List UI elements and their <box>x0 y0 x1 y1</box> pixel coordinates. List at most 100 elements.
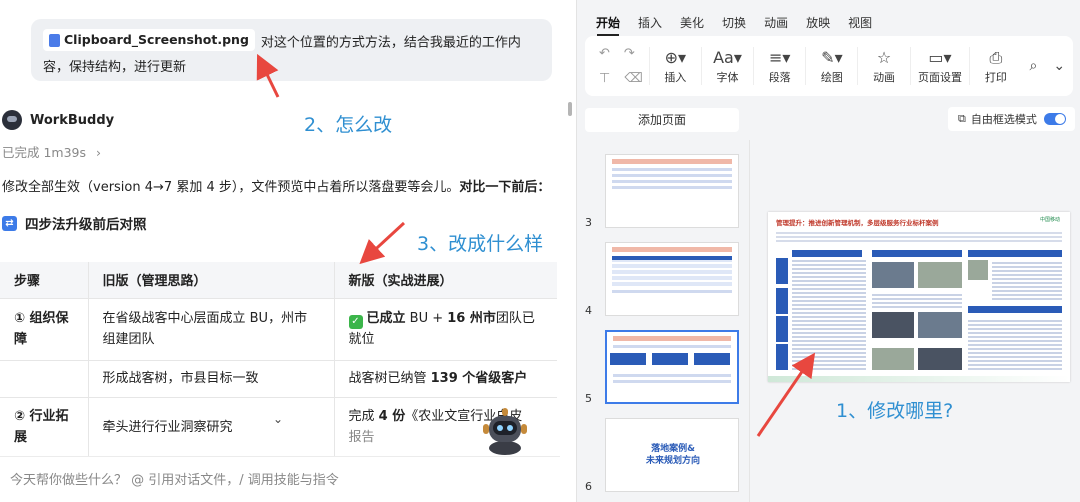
undo-redo-group: ↶ ↷ ⊤ ⌫ <box>593 46 649 86</box>
cell-bold: 16 州市 <box>447 311 496 326</box>
add-page-button[interactable]: 添加页面 <box>585 108 739 132</box>
chevron-down-icon[interactable]: ⌄ <box>273 412 283 426</box>
response-paragraph: 修改全部生效（version 4→7 累加 4 步），文件预览中占着所以落盘要等… <box>2 176 550 195</box>
cell-text: 报告 <box>348 430 375 445</box>
free-select-label: 自由框选模式 <box>970 113 1037 126</box>
bot-name: WorkBuddy <box>30 112 115 128</box>
slide-thumbnails: 3 4 5 落地案例& 未来规划方向 6 <box>577 140 749 502</box>
tab-home[interactable]: 开始 <box>587 0 629 40</box>
row-side-label <box>776 258 788 284</box>
photo <box>872 348 914 370</box>
slide-thumbnail[interactable] <box>605 242 739 316</box>
free-select-toggle[interactable] <box>1043 113 1066 125</box>
column-head <box>968 306 1062 313</box>
search-icon[interactable]: ⌕ <box>1029 58 1037 74</box>
table-row: ② 行业拓展 牵头进行行业洞察研究 完成 4 份《农业文宣行业白皮 报告 <box>0 397 557 458</box>
page-setup-label: 页面设置 <box>917 71 962 84</box>
cell-text: BU + <box>405 311 448 326</box>
slide-thumbnail[interactable]: 落地案例& 未来规划方向 <box>605 418 739 492</box>
row-side-label <box>776 316 788 342</box>
text-block <box>872 292 962 308</box>
free-select-mode[interactable]: ⧉ 自由框选模式 <box>948 107 1075 131</box>
table-cell: ① 组织保障 <box>0 298 88 361</box>
tab-animation[interactable]: 动画 <box>755 0 797 40</box>
chevron-down-icon[interactable]: ⌄ <box>1053 58 1065 74</box>
slide-intro-text <box>776 230 1062 242</box>
photo <box>968 260 988 280</box>
table-cell <box>0 360 88 398</box>
printer-icon: ⎙ <box>989 48 1003 67</box>
scrollbar-thumb[interactable] <box>568 102 572 116</box>
column-head <box>968 250 1062 257</box>
annotation-where: 1、修改哪里? <box>836 400 954 422</box>
text-block <box>968 318 1062 370</box>
image-file-icon <box>49 33 60 47</box>
undo-icon[interactable]: ↶ <box>599 46 610 61</box>
photo <box>872 312 914 338</box>
tab-beautify[interactable]: 美化 <box>671 0 713 40</box>
slide-title: 管理提升：推进创新管理机制，多层级服务行业标杆案例 <box>776 219 939 227</box>
robot-mascot-icon[interactable] <box>480 404 530 456</box>
column-header: 旧版（管理思路） <box>87 262 334 299</box>
draw-button[interactable]: ✎▾ 绘图 <box>805 47 857 85</box>
print-button[interactable]: ⎙ 打印 <box>969 47 1021 85</box>
free-select-icon: ⧉ <box>958 112 966 125</box>
eraser-icon[interactable]: ⌫ <box>624 71 642 86</box>
slide-thumbnail-selected[interactable] <box>605 330 739 404</box>
page-icon: ▭▾ <box>928 48 952 67</box>
input-placeholder: 今天帮你做些什么？ @ 引用对话文件，/ 调用技能与指令 <box>10 473 339 488</box>
thumbnail-title-line: 未来规划方向 <box>646 456 701 466</box>
table-row: 形成战客树，市县目标一致 战客树已纳管 139 个省级客户 <box>0 360 557 398</box>
page-setup-button[interactable]: ▭▾ 页面设置 <box>909 47 970 85</box>
table-cell: 形成战客树，市县目标一致 <box>87 360 334 398</box>
thumbnail-title-line: 落地案例& <box>651 444 695 454</box>
photo <box>918 312 962 338</box>
annotation-what: 3、改成什么样 <box>417 233 544 255</box>
status-text: 已完成 1m39s <box>2 145 87 160</box>
completion-status[interactable]: 已完成 1m39s › <box>2 142 101 161</box>
row-side-label <box>776 344 788 370</box>
chevron-right-icon: › <box>96 145 102 160</box>
paragraph-text: 修改全部生效（version 4→7 累加 4 步），文件预览中占着所以落盘要等… <box>2 180 460 195</box>
slide-canvas[interactable]: 管理提升：推进创新管理机制，多层级服务行业标杆案例 中国移动 <box>768 212 1070 382</box>
paragraph-label: 段落 <box>768 71 791 84</box>
user-message-bubble: Clipboard_Screenshot.png 对这个位置的方式方法，结合我最… <box>31 19 552 81</box>
table-cell: 在省级战客中心层面成立 BU，州市组建团队 <box>87 298 334 361</box>
brand-logo: 中国移动 <box>1038 216 1062 226</box>
tab-slideshow[interactable]: 放映 <box>797 0 839 40</box>
photo <box>872 262 914 288</box>
attachment-chip[interactable]: Clipboard_Screenshot.png <box>43 29 255 51</box>
font-button[interactable]: Aa▾ 字体 <box>700 47 753 85</box>
insert-label: 插入 <box>664 71 687 84</box>
section-title: ⇄ 四步法升级前后对照 <box>2 213 147 233</box>
chat-input[interactable]: 今天帮你做些什么？ @ 引用对话文件，/ 调用技能与指令 <box>0 456 560 502</box>
ribbon-toolbar: ↶ ↷ ⊤ ⌫ ⊕▾ 插入 Aa▾ 字体 ≡▾ 段落 ✎▾ 绘图 ☆ 动画 ▭▾… <box>585 36 1073 96</box>
cell-bold: 已成立 <box>366 311 406 326</box>
paragraph-button[interactable]: ≡▾ 段落 <box>753 47 805 85</box>
text-block <box>792 260 866 370</box>
tab-transition[interactable]: 切换 <box>713 0 755 40</box>
column-head <box>792 250 862 257</box>
thumbnail-title: 落地案例& 未来规划方向 <box>646 443 700 467</box>
bot-header: WorkBuddy <box>2 110 114 130</box>
column-head <box>872 250 962 257</box>
paragraph-bold: 对比一下前后： <box>459 180 551 195</box>
step-label: ② 行业拓展 <box>14 409 69 445</box>
slide-thumbnail[interactable] <box>605 154 739 228</box>
animation-label: 动画 <box>873 71 896 84</box>
redo-icon[interactable]: ↷ <box>624 46 635 61</box>
plus-circle-icon: ⊕▾ <box>664 48 687 67</box>
print-label: 打印 <box>984 71 1007 84</box>
tab-view[interactable]: 视图 <box>839 0 881 40</box>
format-painter-icon[interactable]: ⊤ <box>599 71 610 86</box>
ppt-editor-panel: 开始 插入 美化 切换 动画 放映 视图 ↶ ↷ ⊤ ⌫ ⊕▾ 插入 Aa▾ 字… <box>576 0 1080 502</box>
toolbar-tail: ⌕ ⌄ <box>1029 58 1065 74</box>
cell-bold: 139 个省级客户 <box>430 371 528 386</box>
table-cell: ② 行业拓展 <box>0 397 88 458</box>
table-row: ① 组织保障 在省级战客中心层面成立 BU，州市组建团队 ✓ 已成立 BU + 1… <box>0 298 557 361</box>
tab-insert[interactable]: 插入 <box>629 0 671 40</box>
animation-button[interactable]: ☆ 动画 <box>857 47 909 85</box>
insert-button[interactable]: ⊕▾ 插入 <box>648 47 701 85</box>
font-icon: Aa▾ <box>713 48 742 67</box>
annotation-how: 2、怎么改 <box>304 114 393 136</box>
